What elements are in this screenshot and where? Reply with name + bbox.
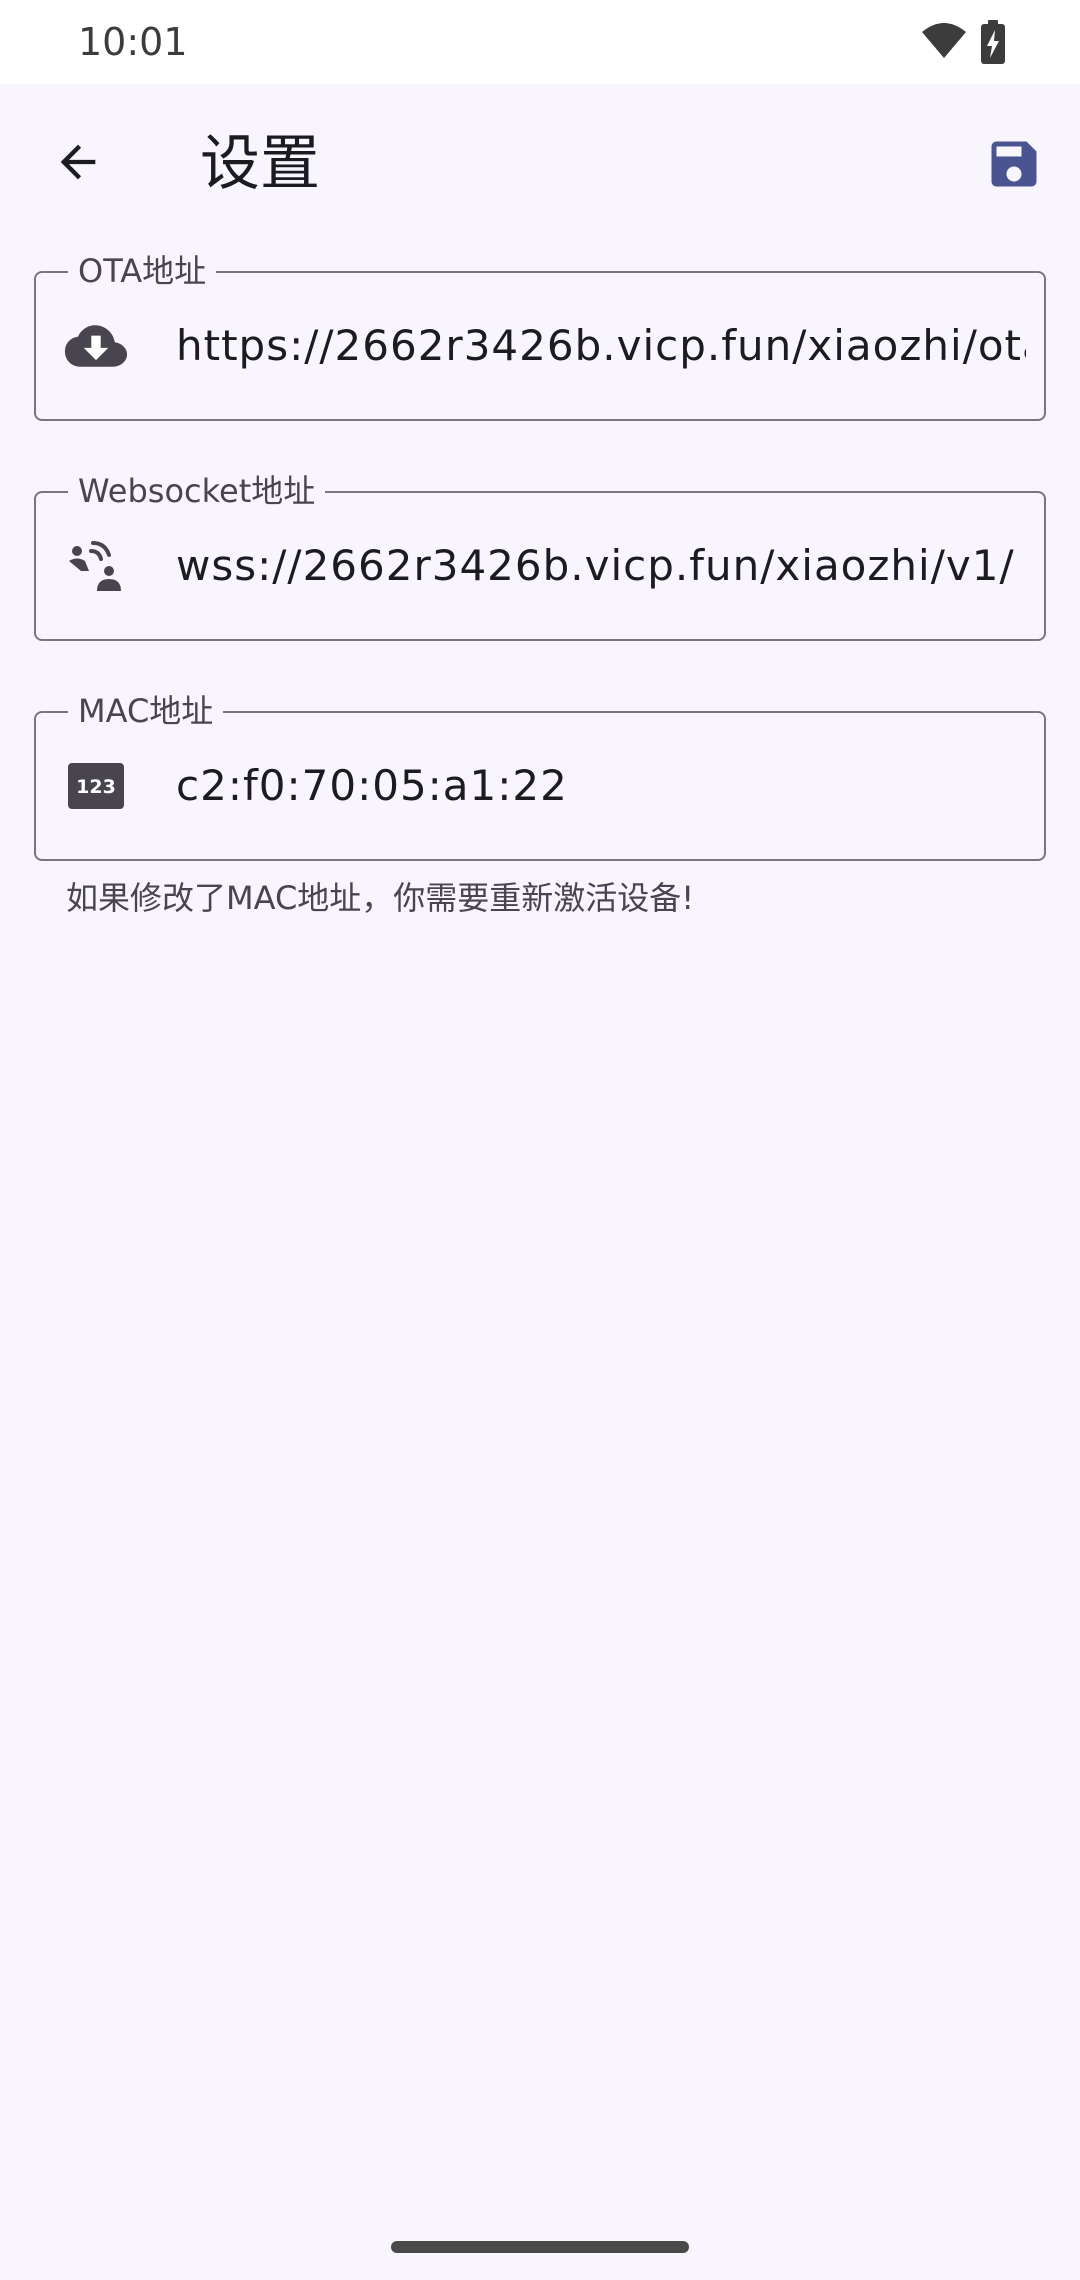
connection-icon: [64, 538, 128, 594]
websocket-field: Websocket地址: [34, 471, 1046, 641]
mac-helper-text: 如果修改了MAC地址，你需要重新激活设备!: [66, 879, 695, 917]
mac-field-label: MAC地址: [68, 691, 224, 731]
numbers-123-icon: 123: [64, 758, 128, 814]
home-indicator[interactable]: [391, 2241, 689, 2253]
svg-text:123: 123: [76, 776, 116, 798]
page-title: 设置: [200, 129, 320, 199]
ota-field: OTA地址: [34, 251, 1046, 421]
arrow-back-icon: [60, 144, 96, 180]
back-button[interactable]: [36, 120, 120, 204]
websocket-field-label: Websocket地址: [68, 471, 326, 511]
save-button[interactable]: [970, 120, 1058, 208]
mac-address-input[interactable]: [176, 743, 1026, 827]
wifi-icon: [922, 23, 966, 58]
mac-field: MAC地址 123: [34, 691, 1046, 861]
save-icon: [991, 141, 1037, 187]
status-time: 10:01: [78, 20, 188, 64]
ota-field-label: OTA地址: [68, 251, 217, 291]
app-bar: 设置: [0, 84, 1080, 244]
ota-url-input[interactable]: [176, 303, 1026, 387]
status-bar: 10:01: [0, 0, 1080, 84]
battery-charging-icon: [981, 20, 1005, 64]
websocket-url-input[interactable]: [176, 523, 1026, 607]
cloud-download-icon: [64, 318, 128, 374]
